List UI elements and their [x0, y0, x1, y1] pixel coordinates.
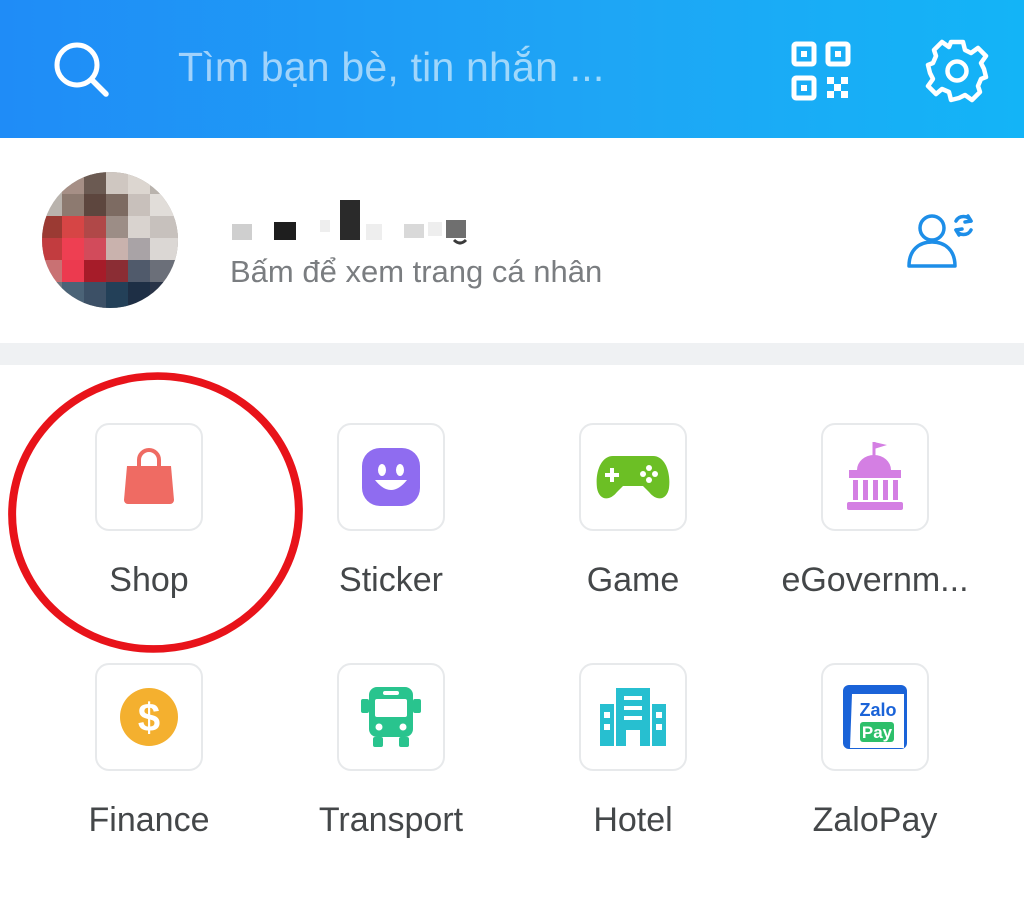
app-icon-box: Zalo Pay	[821, 663, 929, 771]
profile-section[interactable]: Bấm để xem trang cá nhân	[0, 138, 1024, 343]
svg-text:Zalo: Zalo	[859, 700, 896, 720]
zalopay-logo-icon: Zalo Pay	[843, 685, 907, 749]
section-divider	[0, 343, 1024, 365]
app-icon-box: $	[95, 663, 203, 771]
search-input[interactable]: Tìm bạn bè, tin nhắn ...	[178, 44, 604, 91]
app-label: ZaloPay	[812, 801, 938, 839]
svg-text:$: $	[138, 696, 160, 740]
app-label: Finance	[88, 801, 210, 839]
app-icon-box	[579, 663, 687, 771]
dollar-coin-icon: $	[120, 688, 178, 746]
utilities-grid: Shop Sticker Game eGovernm... $ Finance …	[0, 365, 1024, 897]
app-label: Transport	[318, 801, 464, 839]
app-tile-finance[interactable]: $ Finance	[28, 365, 270, 839]
search-icon[interactable]	[52, 40, 110, 98]
hotel-icon	[600, 688, 666, 746]
svg-text:Pay: Pay	[862, 723, 893, 742]
app-tile-hotel[interactable]: Hotel	[512, 365, 754, 839]
app-icon-box	[337, 663, 445, 771]
user-switch-icon[interactable]	[906, 210, 978, 272]
qr-code-icon[interactable]	[790, 40, 852, 102]
app-tile-zalopay[interactable]: Zalo Pay ZaloPay	[754, 365, 996, 839]
profile-subtitle: Bấm để xem trang cá nhân	[230, 254, 603, 289]
gear-icon[interactable]	[924, 38, 990, 104]
app-label: Hotel	[593, 801, 673, 839]
profile-name-redacted	[232, 200, 468, 245]
bus-icon	[361, 687, 421, 747]
avatar[interactable]	[42, 172, 178, 308]
top-header-bar: Tìm bạn bè, tin nhắn ...	[0, 0, 1024, 138]
app-tile-transport[interactable]: Transport	[270, 365, 512, 839]
